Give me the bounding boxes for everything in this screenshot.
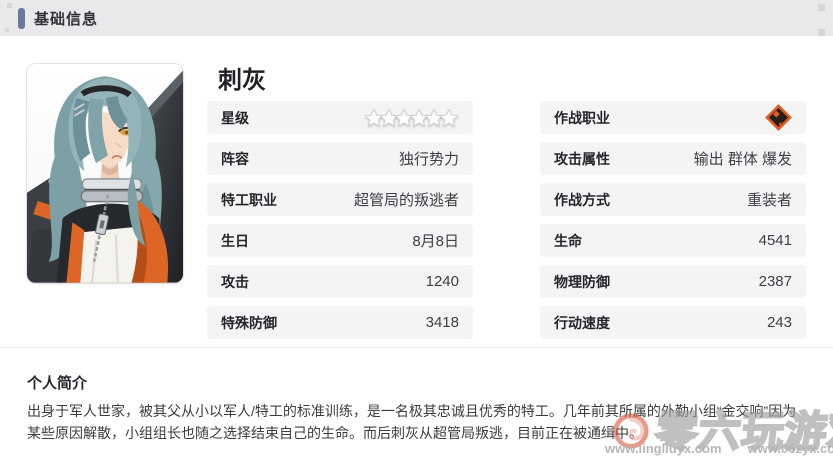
section-header: 基础信息 bbox=[0, 0, 833, 36]
row-value: 超管局的叛逃者 bbox=[354, 189, 459, 210]
star-rating bbox=[369, 108, 459, 128]
row-label: 生日 bbox=[221, 231, 249, 251]
row-label: 星级 bbox=[221, 108, 249, 128]
row-label: 生命 bbox=[554, 231, 582, 251]
row-label: 物理防御 bbox=[554, 272, 610, 292]
row-faction: 阵容 独行势力 bbox=[207, 142, 473, 175]
row-value: 2387 bbox=[759, 273, 792, 290]
row-value: 输出 群体 爆发 bbox=[694, 148, 792, 169]
section-title: 基础信息 bbox=[34, 8, 98, 29]
row-value: 重装者 bbox=[747, 189, 792, 210]
watermark-url: www.lingliuyx.com bbox=[605, 441, 722, 456]
bio-title: 个人简介 bbox=[27, 372, 87, 393]
row-label: 作战方式 bbox=[554, 190, 610, 210]
row-label: 特工职业 bbox=[221, 190, 277, 210]
row-combat-style: 作战方式 重装者 bbox=[540, 183, 806, 216]
row-attack: 攻击 1240 bbox=[207, 265, 473, 298]
character-portrait-art bbox=[27, 64, 183, 283]
row-attack-attributes: 攻击属性 输出 群体 爆发 bbox=[540, 142, 806, 175]
row-agent-class: 特工职业 超管局的叛逃者 bbox=[207, 183, 473, 216]
info-column-right: 作战职业 攻击属性 输出 群体 爆发 作战方式 重装者 生命 4541 物理防御… bbox=[540, 101, 806, 339]
row-star-rating: 星级 bbox=[207, 101, 473, 134]
decor-square bbox=[818, 4, 825, 11]
row-label: 行动速度 bbox=[554, 313, 610, 333]
row-label: 特殊防御 bbox=[221, 313, 277, 333]
row-value: 243 bbox=[767, 314, 792, 331]
decor-square bbox=[7, 3, 12, 8]
row-combat-class: 作战职业 bbox=[540, 101, 806, 134]
row-label: 攻击 bbox=[221, 272, 249, 292]
row-label: 攻击属性 bbox=[554, 149, 610, 169]
watermark-urls: www.lingliuyx.com www.06zyx.com bbox=[605, 441, 833, 456]
star-icon bbox=[439, 108, 459, 128]
row-label: 阵容 bbox=[221, 149, 249, 169]
row-special-defense: 特殊防御 3418 bbox=[207, 306, 473, 339]
decor-square bbox=[818, 29, 825, 36]
info-column-left: 星级 阵容 独行势力 特工职业 超管局的叛逃者 生日 8月8日 攻击 1240 … bbox=[207, 101, 473, 339]
row-value: 8月8日 bbox=[412, 230, 459, 251]
row-label: 作战职业 bbox=[554, 108, 610, 128]
decor-square bbox=[5, 28, 9, 32]
row-physical-defense: 物理防御 2387 bbox=[540, 265, 806, 298]
character-portrait bbox=[26, 63, 184, 284]
row-hp: 生命 4541 bbox=[540, 224, 806, 257]
section-divider bbox=[0, 347, 833, 348]
row-value: 4541 bbox=[759, 232, 792, 249]
row-birthday: 生日 8月8日 bbox=[207, 224, 473, 257]
row-value: 独行势力 bbox=[399, 148, 459, 169]
class-diamond-icon bbox=[765, 104, 792, 131]
row-action-speed: 行动速度 243 bbox=[540, 306, 806, 339]
character-name: 刺灰 bbox=[218, 60, 266, 95]
accent-bar bbox=[18, 8, 25, 29]
row-value: 1240 bbox=[426, 273, 459, 290]
row-value: 3418 bbox=[426, 314, 459, 331]
watermark-url: www.06zyx.com bbox=[748, 441, 833, 456]
